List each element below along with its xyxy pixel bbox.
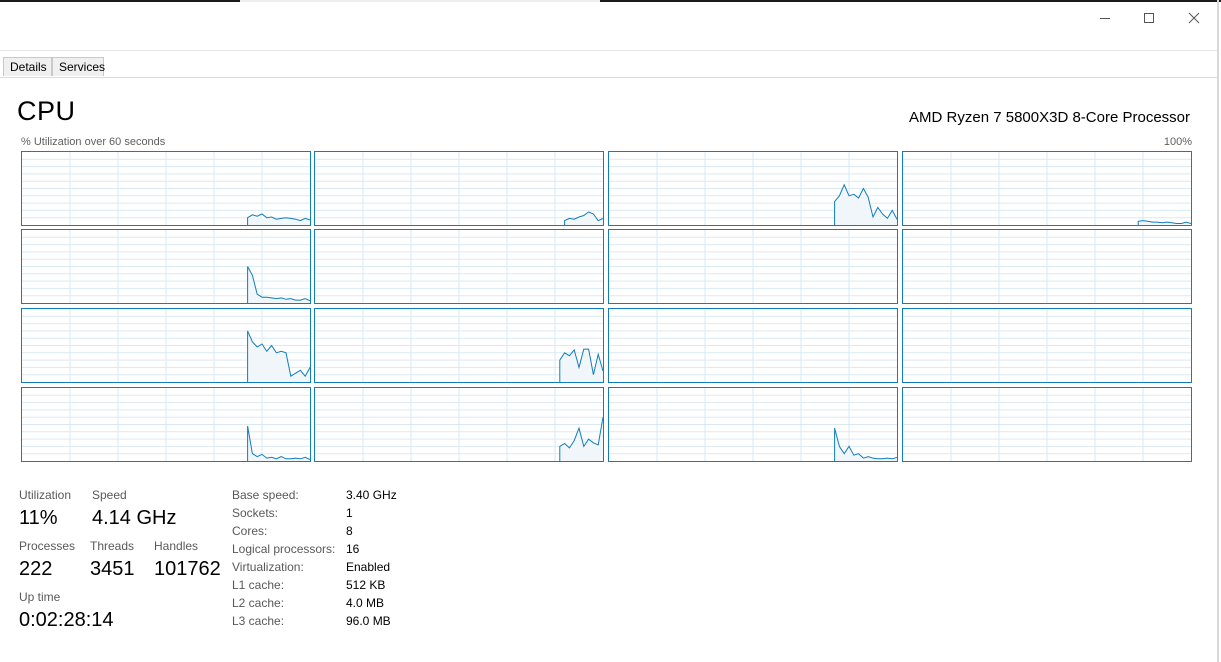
spec-value-l2-cache: 4.0 MB <box>346 596 385 610</box>
spec-label-l3-cache: L3 cache: <box>232 614 285 628</box>
cpu-core-graph <box>902 387 1192 462</box>
threads-label: Threads <box>90 539 135 553</box>
cpu-core-graph <box>21 151 311 226</box>
spec-value-l3-cache: 96.0 MB <box>346 614 391 628</box>
spec-value-virtualization: Enabled <box>346 560 391 574</box>
spec-label-l2-cache: L2 cache: <box>232 596 285 610</box>
core-graph-svg <box>609 230 897 303</box>
spec-label-logical-processors: Logical processors: <box>232 542 336 556</box>
title-bar <box>0 2 1217 50</box>
core-graph-svg <box>609 152 897 225</box>
cpu-core-graph <box>21 308 311 383</box>
close-button[interactable] <box>1172 4 1216 32</box>
spec-label-virtualization: Virtualization: <box>232 560 304 574</box>
speed-value: 4.14 GHz <box>92 507 177 529</box>
core-graph-svg <box>903 152 1191 225</box>
cpu-core-graph <box>902 151 1192 226</box>
handles-value: 101762 <box>154 558 221 580</box>
cpu-core-graph <box>314 151 604 226</box>
close-icon <box>1188 12 1200 24</box>
core-graph-svg <box>22 230 310 303</box>
uptime-label: Up time <box>19 590 61 604</box>
spec-value-cores: 8 <box>346 524 353 538</box>
processes-value: 222 <box>19 558 53 580</box>
spec-label-base-speed: Base speed: <box>232 488 299 502</box>
tab-bar: Details Services <box>0 50 1217 78</box>
core-utilization-line <box>247 425 310 461</box>
core-graph-svg <box>903 388 1191 461</box>
spec-value-logical-processors: 16 <box>346 542 360 556</box>
utilization-value: 11% <box>19 507 58 529</box>
cpu-core-graph <box>608 229 898 304</box>
tab-details[interactable]: Details <box>3 57 52 76</box>
maximize-icon <box>1144 13 1154 23</box>
spec-label-l1-cache: L1 cache: <box>232 578 285 592</box>
core-graph-svg <box>903 230 1191 303</box>
cpu-core-graph <box>608 151 898 226</box>
spec-value-sockets: 1 <box>346 506 353 520</box>
processes-label: Processes <box>19 539 76 553</box>
minimize-icon <box>1100 18 1110 19</box>
processor-name: AMD Ryzen 7 5800X3D 8-Core Processor <box>909 109 1190 126</box>
cpu-core-graph <box>902 308 1192 383</box>
core-graph-svg <box>903 309 1191 382</box>
core-graph-svg <box>22 152 310 225</box>
cpu-core-graph <box>21 387 311 462</box>
spec-value-l1-cache: 512 KB <box>346 578 386 592</box>
tab-services[interactable]: Services <box>52 57 105 76</box>
core-graph-svg <box>315 230 603 303</box>
uptime-value: 0:02:28:14 <box>19 609 114 631</box>
spec-value-base-speed: 3.40 GHz <box>346 488 397 502</box>
threads-value: 3451 <box>90 558 135 580</box>
maximize-button[interactable] <box>1127 4 1171 32</box>
cpu-core-graph <box>21 229 311 304</box>
page-title: CPU <box>17 96 76 126</box>
cpu-core-graph <box>902 229 1192 304</box>
cpu-core-graph <box>608 387 898 462</box>
core-utilization-area <box>247 426 310 461</box>
handles-label: Handles <box>154 539 199 553</box>
speed-label: Speed <box>92 488 127 502</box>
graph-max-label: 100% <box>1163 136 1192 148</box>
core-utilization-area <box>834 428 897 461</box>
core-graph-svg <box>609 309 897 382</box>
cpu-core-graph <box>314 229 604 304</box>
utilization-label: Utilization <box>19 488 72 502</box>
cpu-core-graph <box>314 387 604 462</box>
core-graph-svg <box>315 388 603 461</box>
graph-caption: % Utilization over 60 seconds <box>21 136 166 148</box>
core-graph-svg <box>315 309 603 382</box>
core-graph-svg <box>315 152 603 225</box>
cpu-core-graph <box>314 308 604 383</box>
core-utilization-area <box>247 266 310 303</box>
core-graph-svg <box>22 309 310 382</box>
minimize-button[interactable] <box>1083 4 1127 32</box>
core-graph-svg <box>609 388 897 461</box>
core-graph-svg <box>22 388 310 461</box>
spec-label-sockets: Sockets: <box>232 506 279 520</box>
spec-label-cores: Cores: <box>232 524 268 538</box>
cpu-core-graph <box>608 308 898 383</box>
